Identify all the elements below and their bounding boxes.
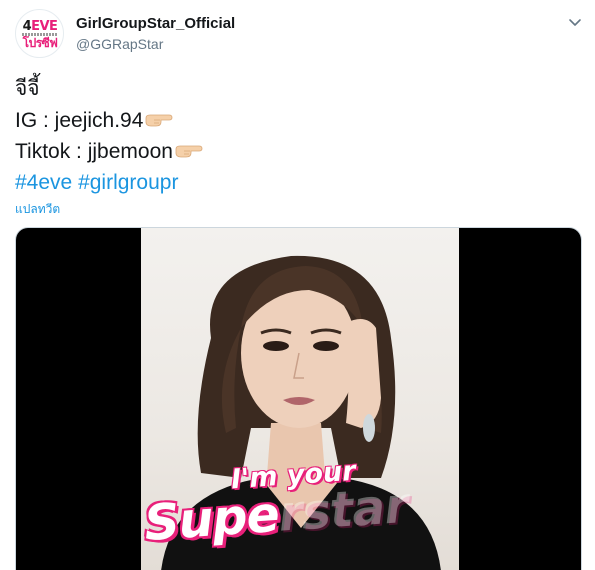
caption-faded-text: rstar: [276, 476, 410, 543]
chevron-down-icon[interactable]: [567, 14, 583, 30]
tweet-text-tiktok: Tiktok : jjbemoon: [15, 139, 204, 165]
tweet-text-name: จีจี้: [15, 77, 40, 100]
tiktok-text: Tiktok : jjbemoon: [15, 140, 173, 163]
logo-text-top: 4EVE: [22, 19, 58, 34]
translate-tweet-link[interactable]: แปลทวีต: [15, 202, 60, 217]
pointing-right-icon: [174, 141, 204, 159]
pointing-right-icon: [144, 110, 174, 128]
avatar[interactable]: 4EVE โปรซีฟ: [15, 9, 64, 58]
ig-text: IG : jeejich.94: [15, 109, 144, 132]
user-handle[interactable]: @GGRapStar: [76, 36, 163, 53]
tweet: 4EVE โปรซีฟ GirlGroupStar_Official @GGRa…: [0, 0, 595, 570]
hashtag-4eve[interactable]: #4eve: [15, 171, 72, 194]
caption-main-text: Supe: [142, 485, 281, 553]
tweet-hashtags: #4eve #girlgroupr: [15, 170, 178, 196]
display-name[interactable]: GirlGroupStar_Official: [76, 15, 235, 33]
video-frame[interactable]: I'm your Superstar: [141, 228, 459, 570]
video-player[interactable]: I'm your Superstar: [15, 227, 582, 570]
hashtag-girlgroupr[interactable]: #girlgroupr: [78, 171, 178, 194]
logo-text-bottom: โปรซีฟ: [22, 36, 58, 50]
tweet-text-ig: IG : jeejich.94: [15, 108, 174, 134]
